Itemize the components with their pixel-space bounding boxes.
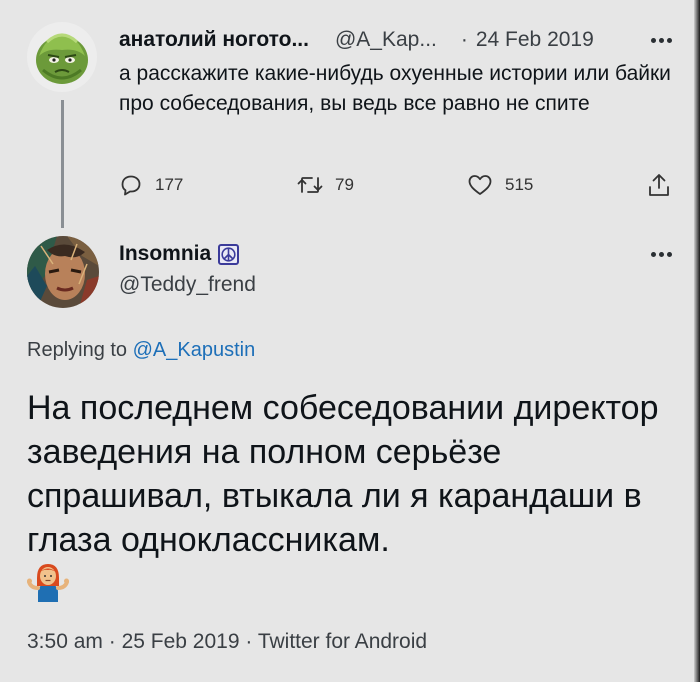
replying-label: Replying to — [27, 339, 128, 361]
peace-sign-icon — [218, 243, 240, 265]
tweet-meta: 3:50 am · 25 Feb 2019 · Twitter for Andr… — [27, 630, 427, 654]
reply-icon — [121, 175, 141, 196]
avatar[interactable] — [27, 236, 99, 308]
window-edge — [694, 0, 700, 682]
parent-tweet-header: анатолий ногото... @A_Kap... · 24 Feb 20… — [119, 27, 679, 53]
user-handle[interactable]: @Teddy_frend — [119, 273, 256, 297]
avatar[interactable] — [27, 22, 97, 92]
parent-action-bar: 177 79 515 — [119, 170, 679, 200]
thread-line — [61, 100, 64, 228]
like-count: 515 — [505, 175, 534, 194]
mention-link[interactable]: @A_Kapustin — [133, 339, 256, 361]
cabbage-avatar-image — [27, 22, 97, 92]
replying-to: Replying to @A_Kapustin — [27, 339, 255, 362]
share-icon — [649, 174, 669, 196]
meta-separator: · — [108, 630, 116, 653]
retweet-icon — [297, 177, 323, 193]
tweet-more-icon[interactable] — [651, 252, 672, 257]
tweet-text: На последнем собеседовании директор заве… — [27, 389, 659, 559]
tweet-time[interactable]: 3:50 am — [27, 630, 103, 653]
person-shrugging-emoji — [27, 562, 69, 602]
share-button[interactable] — [647, 170, 671, 200]
parent-handle[interactable]: @A_Kap... — [335, 28, 437, 52]
reply-button[interactable]: 177 — [119, 170, 183, 200]
heart-icon — [468, 175, 492, 195]
user-avatar-image — [27, 236, 99, 308]
parent-tweet[interactable]: анатолий ногото... @A_Kap... · 24 Feb 20… — [0, 0, 694, 232]
header-separator: · — [460, 28, 468, 51]
parent-more-icon[interactable] — [651, 38, 672, 43]
tweet-date[interactable]: 25 Feb 2019 — [122, 630, 240, 653]
like-button[interactable]: 515 — [467, 170, 533, 200]
retweet-count: 79 — [335, 175, 354, 194]
tweet-source[interactable]: Twitter for Android — [258, 630, 427, 653]
display-name-row[interactable]: Insomnia — [119, 240, 240, 268]
parent-date[interactable]: 24 Feb 2019 — [476, 28, 594, 52]
parent-display-name[interactable]: анатолий ногото... — [119, 28, 309, 52]
reply-count: 177 — [155, 175, 184, 194]
display-name[interactable]: Insomnia — [119, 242, 211, 266]
parent-tweet-text: а расскажите какие-нибудь охуенные истор… — [119, 62, 671, 115]
retweet-button[interactable]: 79 — [297, 170, 354, 200]
meta-separator-2: · — [245, 630, 253, 653]
